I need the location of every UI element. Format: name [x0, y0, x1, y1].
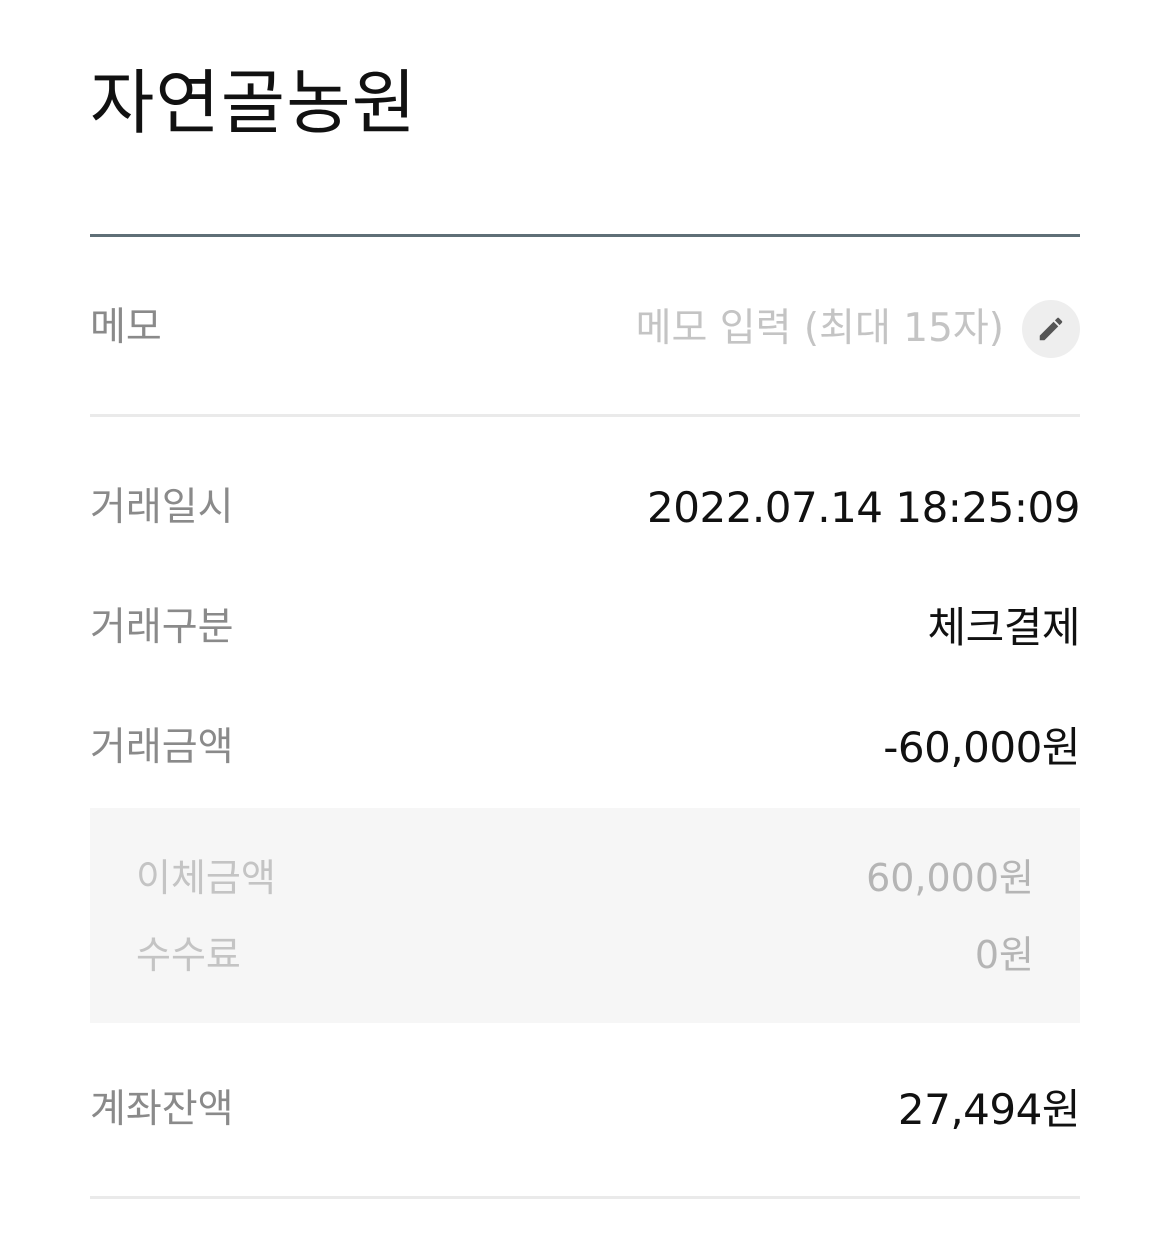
transfer-row: 이체금액 60,000원	[136, 848, 1034, 908]
transfer-value: 60,000원	[866, 856, 1034, 900]
memo-label: 메모	[90, 305, 162, 350]
memo-input[interactable]	[444, 290, 1004, 366]
transfer-label: 이체금액	[136, 856, 276, 900]
datetime-label: 거래일시	[90, 485, 234, 530]
amount-label: 거래금액	[90, 725, 234, 770]
title-divider	[90, 234, 1080, 237]
bottom-divider	[90, 1196, 1080, 1199]
datetime-row: 거래일시 2022.07.14 18:25:09	[90, 470, 1080, 546]
fee-row: 수수료 0원	[136, 925, 1034, 985]
memo-row: 메모	[90, 290, 1080, 366]
balance-value: 27,494원	[897, 1085, 1081, 1134]
fee-label: 수수료	[136, 933, 241, 977]
pencil-icon	[1039, 317, 1063, 341]
type-value: 체크결제	[927, 603, 1080, 652]
amount-row: 거래금액 -60,000원	[90, 710, 1080, 786]
transaction-detail: 자연골농원 메모 거래일시 2022.07.14 18:25:09 거래구분 체…	[90, 0, 1081, 1234]
balance-row: 계좌잔액 27,494원	[90, 1072, 1081, 1148]
page-title: 자연골농원	[90, 62, 417, 144]
amount-breakdown: 이체금액 60,000원 수수료 0원	[90, 808, 1080, 1023]
type-label: 거래구분	[90, 605, 234, 650]
memo-edit-button[interactable]	[1022, 300, 1080, 358]
memo-divider	[90, 414, 1080, 417]
datetime-value: 2022.07.14 18:25:09	[647, 483, 1080, 532]
balance-label: 계좌잔액	[90, 1087, 234, 1132]
amount-value: -60,000원	[883, 723, 1080, 772]
fee-value: 0원	[974, 933, 1034, 977]
type-row: 거래구분 체크결제	[90, 590, 1080, 666]
